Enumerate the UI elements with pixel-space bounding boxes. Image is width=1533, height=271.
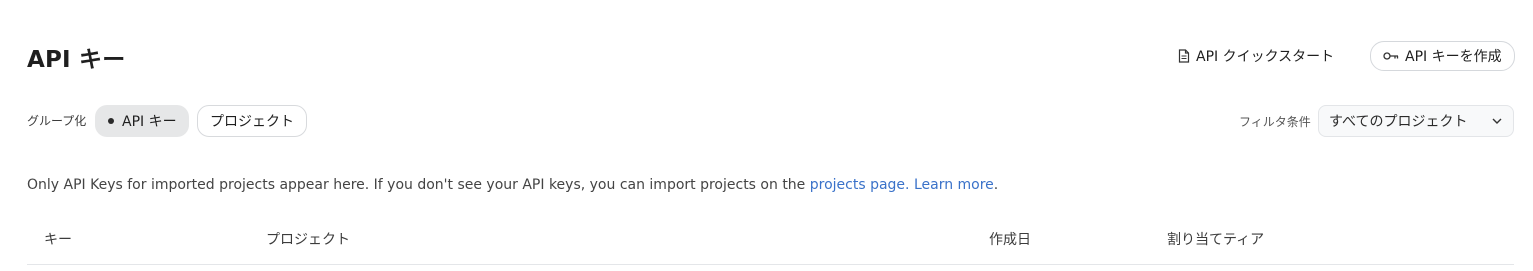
group-by-label: グループ化 xyxy=(27,114,87,128)
projects-page-link[interactable]: projects page. xyxy=(810,177,910,193)
api-quickstart-label: API クイックスタート xyxy=(1196,49,1335,65)
import-notice: Only API Keys for imported projects appe… xyxy=(27,177,998,193)
create-api-key-label: API キーを作成 xyxy=(1405,49,1502,65)
key-icon xyxy=(1383,51,1399,61)
document-icon xyxy=(1178,49,1190,63)
chip-label: API キー xyxy=(122,114,177,130)
chevron-down-icon xyxy=(1491,117,1503,125)
selected-dot-icon xyxy=(108,118,114,124)
filter-label: フィルタ条件 xyxy=(1239,115,1311,129)
api-quickstart-link[interactable]: API クイックスタート xyxy=(1178,46,1334,66)
chip-label: プロジェクト xyxy=(210,114,294,130)
column-header-project: プロジェクト xyxy=(266,232,350,248)
project-filter-select[interactable]: すべてのプロジェクト xyxy=(1318,105,1514,137)
page-title: API キー xyxy=(27,47,126,73)
create-api-key-button[interactable]: API キーを作成 xyxy=(1370,41,1515,71)
learn-more-link[interactable]: Learn more xyxy=(914,177,994,193)
table-header-divider xyxy=(27,264,1514,265)
group-by-project-chip[interactable]: プロジェクト xyxy=(197,105,307,137)
project-filter-value: すべてのプロジェクト xyxy=(1329,114,1468,130)
notice-text: Only API Keys for imported projects appe… xyxy=(27,177,810,193)
notice-tail: . xyxy=(993,177,999,193)
column-header-tier: 割り当てティア xyxy=(1167,232,1265,248)
column-header-created: 作成日 xyxy=(989,232,1031,248)
group-by-api-key-chip[interactable]: API キー xyxy=(95,105,189,137)
column-header-key: キー xyxy=(44,232,72,248)
